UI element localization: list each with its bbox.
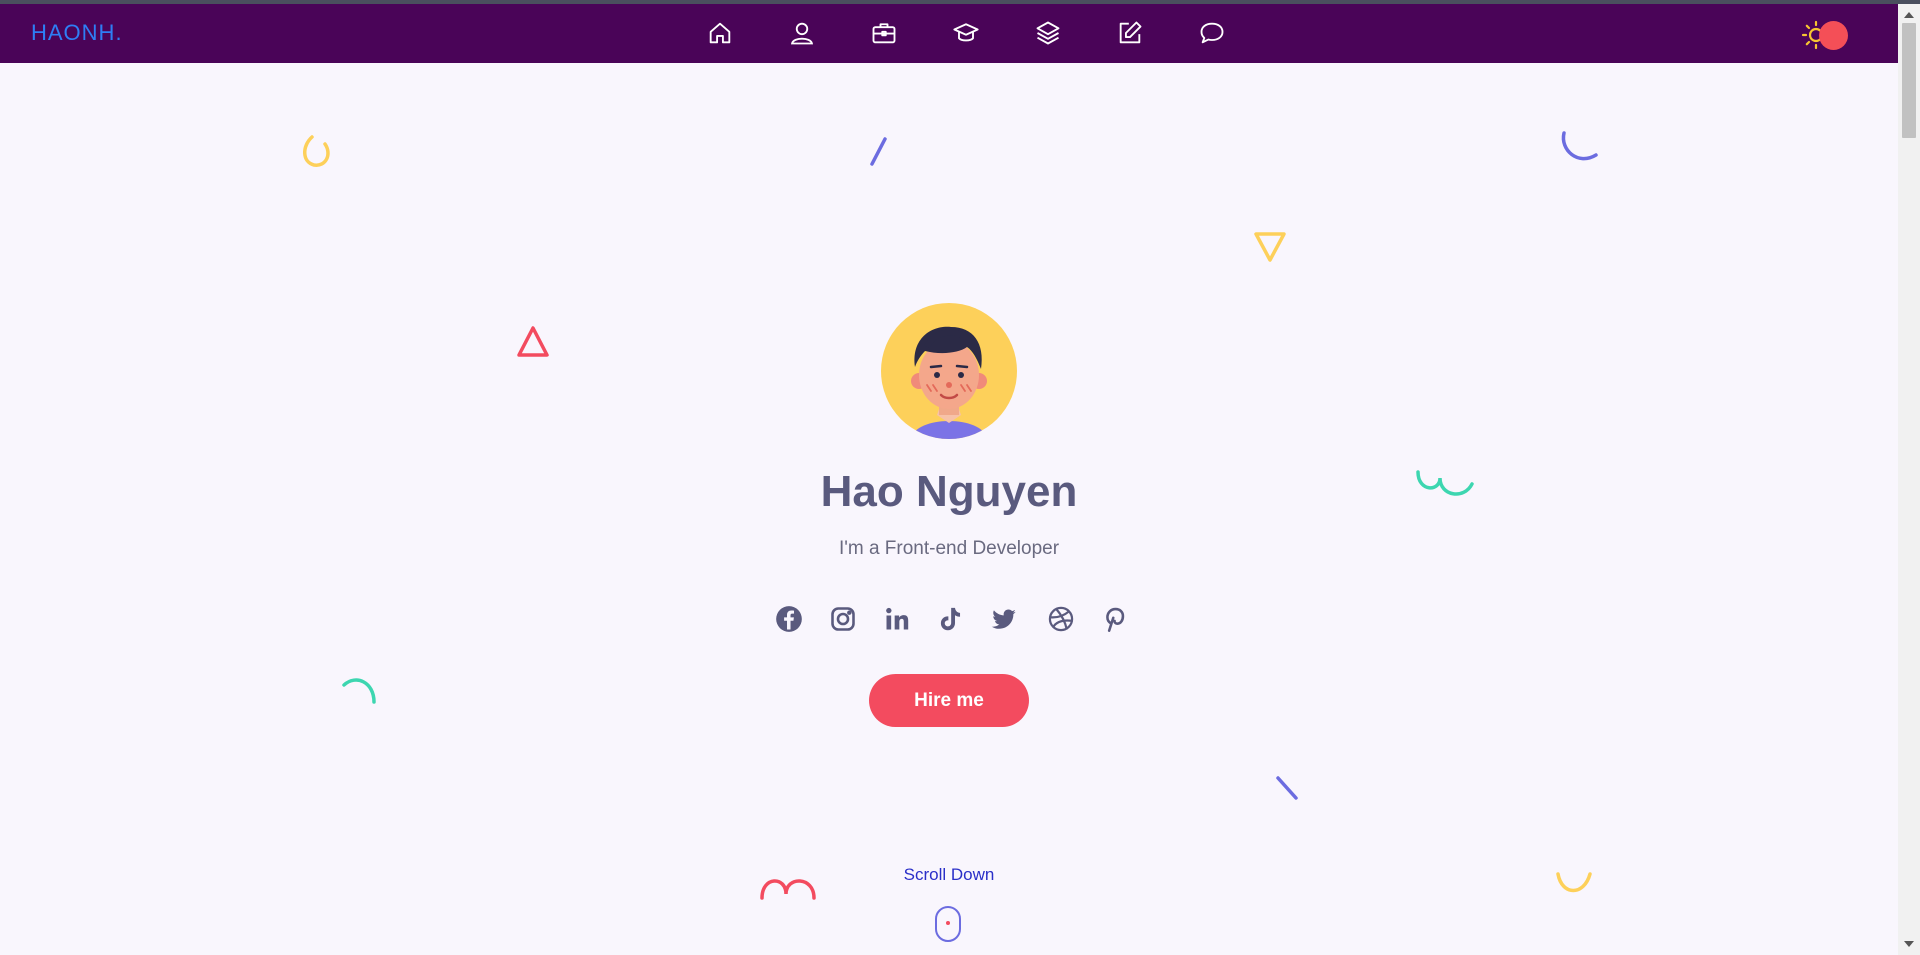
layers-icon[interactable] xyxy=(1034,19,1062,47)
facebook-icon[interactable] xyxy=(775,605,803,633)
hero-subtitle: I'm a Front-end Developer xyxy=(838,538,1060,559)
scroll-down-link[interactable]: Scroll Down xyxy=(0,865,1898,885)
theme-toggle[interactable] xyxy=(1819,21,1848,50)
instagram-icon[interactable] xyxy=(829,605,857,633)
twitter-icon[interactable] xyxy=(990,605,1018,633)
pinterest-icon[interactable] xyxy=(1101,605,1129,633)
dribbble-icon[interactable] xyxy=(1047,605,1075,633)
chat-icon[interactable] xyxy=(1198,19,1226,47)
scroll-up-arrow-icon[interactable] xyxy=(1904,12,1914,18)
navbar: HAONH. xyxy=(0,4,1898,63)
red-triangle-shape xyxy=(517,326,549,357)
avatar xyxy=(881,303,1017,439)
blue-arc-shape xyxy=(1561,131,1598,161)
blue-line-shape-2 xyxy=(1276,776,1298,800)
mouse-scroll-icon[interactable] xyxy=(935,906,961,942)
yellow-triangle-shape xyxy=(1254,232,1286,262)
blue-line-shape xyxy=(870,137,887,166)
page-scrollbar[interactable] xyxy=(1898,4,1920,955)
hero-name: Hao Nguyen xyxy=(820,467,1078,516)
scrollbar-thumb[interactable] xyxy=(1902,23,1916,138)
page: HAONH. Hao Nguyen I'm a Front-end Develo… xyxy=(0,4,1898,955)
yellow-arc-shape xyxy=(303,135,330,167)
tiktok-icon[interactable] xyxy=(936,605,964,633)
briefcase-icon[interactable] xyxy=(870,19,898,47)
mouse-wheel-dot xyxy=(946,921,950,925)
edit-icon[interactable] xyxy=(1116,19,1144,47)
logo[interactable]: HAONH. xyxy=(31,20,123,46)
graduation-cap-icon[interactable] xyxy=(952,19,980,47)
scroll-down-arrow-icon[interactable] xyxy=(1904,941,1914,947)
linkedin-icon[interactable] xyxy=(883,605,911,633)
hire-me-button[interactable]: Hire me xyxy=(869,674,1029,727)
green-arc-shape xyxy=(342,678,376,704)
user-icon[interactable] xyxy=(788,19,816,47)
home-icon[interactable] xyxy=(706,19,734,47)
